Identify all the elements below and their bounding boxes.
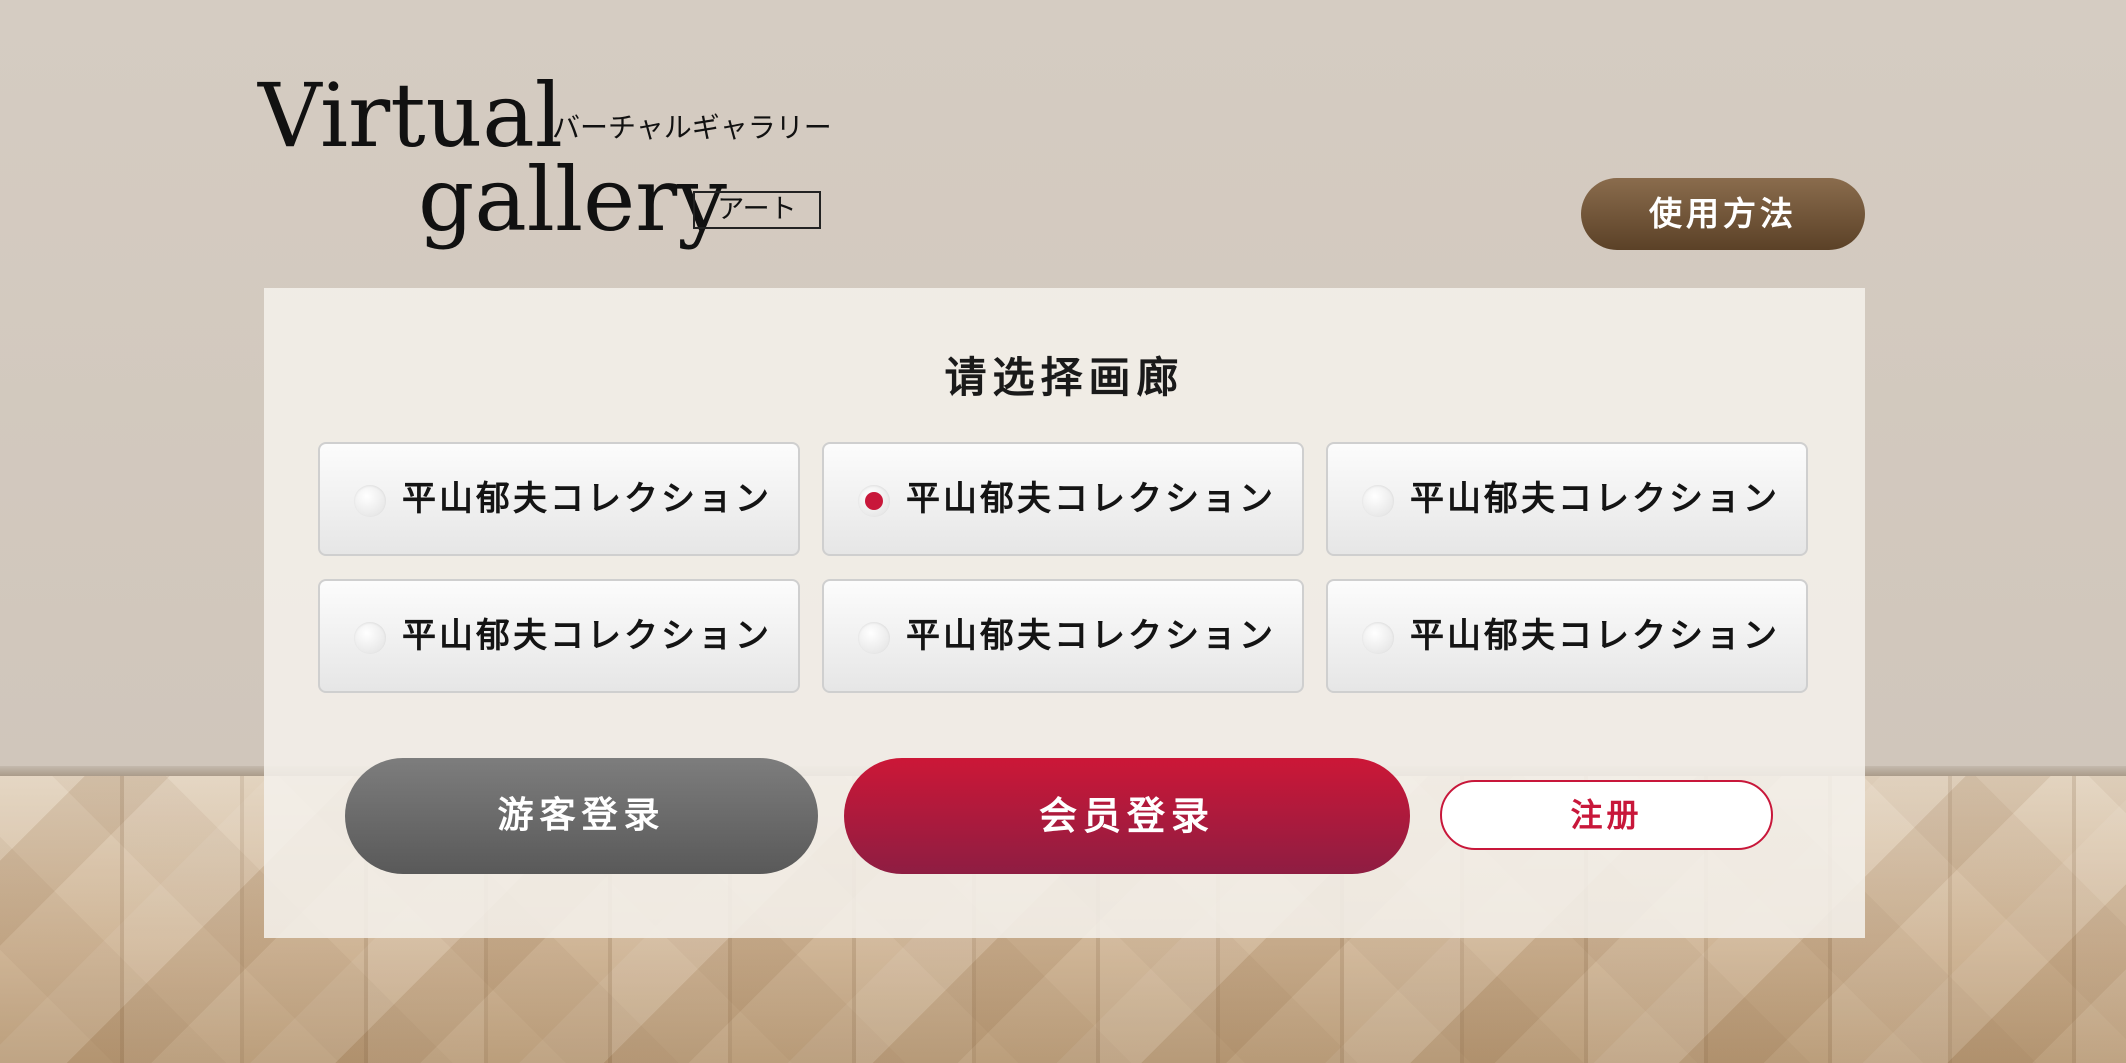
guest-login-button[interactable]: 游客登录 (345, 758, 818, 874)
logo-virtual: Virtual (258, 64, 563, 167)
register-button[interactable]: 注册 (1440, 780, 1773, 850)
gallery-option-2[interactable]: 平山郁夫コレクション (822, 442, 1304, 556)
panel-title: 请选择画廊 (944, 353, 1185, 402)
logo-kana: バーチャルギャラリー (552, 111, 832, 144)
gallery-option-label: 平山郁夫コレクション (1410, 616, 1780, 656)
gallery-option-4[interactable]: 平山郁夫コレクション (318, 579, 800, 693)
gallery-option-label: 平山郁夫コレクション (1410, 479, 1780, 519)
gallery-option-label: 平山郁夫コレクション (906, 479, 1276, 519)
logo-art-badge: アート (693, 191, 821, 229)
radio-button[interactable] (354, 622, 386, 654)
radio-button[interactable] (354, 485, 386, 517)
radio-button[interactable] (858, 485, 890, 517)
gallery-option-label: 平山郁夫コレクション (402, 616, 772, 656)
radio-button[interactable] (1362, 485, 1394, 517)
logo-gallery: gallery (418, 148, 727, 251)
radio-button[interactable] (858, 622, 890, 654)
howto-button[interactable]: 使用方法 (1581, 178, 1865, 250)
member-login-button[interactable]: 会员登录 (844, 758, 1410, 874)
radio-button[interactable] (1362, 622, 1394, 654)
gallery-option-1[interactable]: 平山郁夫コレクション (318, 442, 800, 556)
gallery-select-panel: 请选择画廊 平山郁夫コレクション 平山郁夫コレクション 平山郁夫コレクション 平… (264, 288, 1865, 938)
gallery-option-label: 平山郁夫コレクション (402, 479, 772, 519)
gallery-option-5[interactable]: 平山郁夫コレクション (822, 579, 1304, 693)
gallery-option-6[interactable]: 平山郁夫コレクション (1326, 579, 1808, 693)
gallery-option-3[interactable]: 平山郁夫コレクション (1326, 442, 1808, 556)
gallery-option-label: 平山郁夫コレクション (906, 616, 1276, 656)
